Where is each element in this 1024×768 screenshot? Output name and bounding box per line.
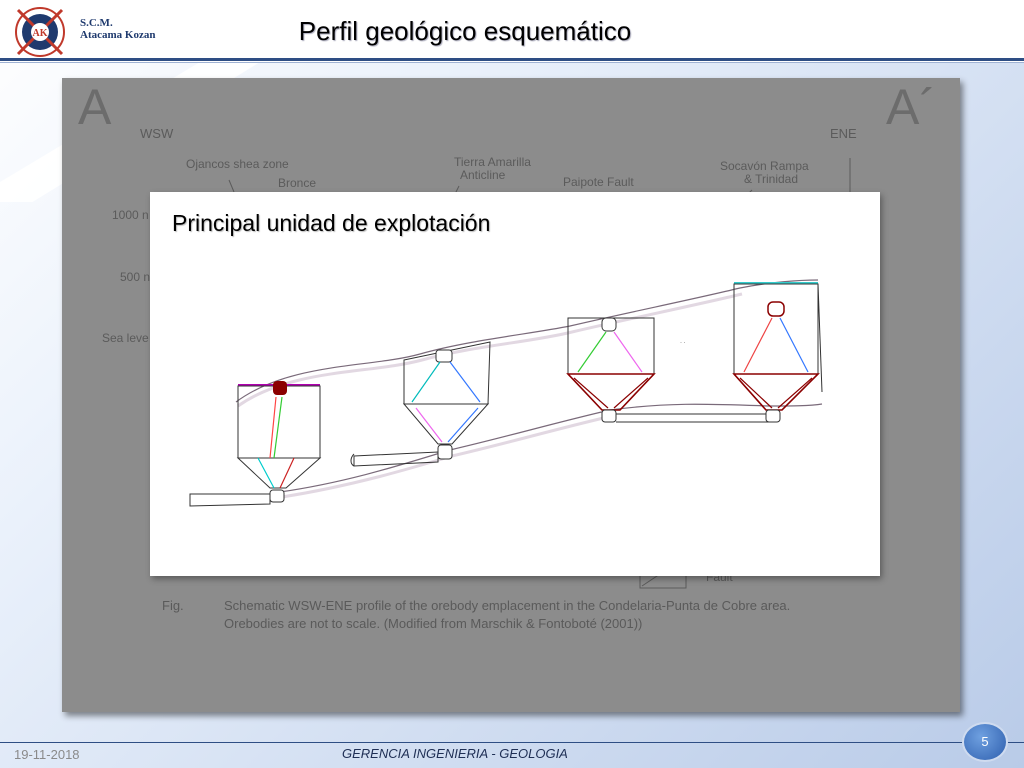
header-divider-thin xyxy=(0,62,1024,63)
footer-date: 19-11-2018 xyxy=(14,747,80,762)
page-number-badge: 5 xyxy=(962,722,1008,762)
exploitation-unit-inset: Principal unidad de explotación · · xyxy=(150,192,880,576)
caption-line2: Orebodies are not to scale. (Modified fr… xyxy=(224,616,643,631)
footer-department: GERENCIA INGENIERIA - GEOLOGIA xyxy=(342,746,568,761)
stope-3 xyxy=(566,317,770,423)
header-divider xyxy=(0,58,1024,61)
mining-unit-diagram: · · xyxy=(189,279,823,507)
stope-4 xyxy=(732,282,823,423)
slide-title: Perfil geológico esquemático xyxy=(298,16,632,46)
svg-text:· ·: · · xyxy=(680,340,686,346)
stope-1 xyxy=(189,381,322,507)
caption-line1: Schematic WSW-ENE profile of the orebody… xyxy=(224,598,791,613)
slide-header: AK S.C.M. Atacama Kozan Perfil geológico… xyxy=(0,0,1024,62)
footer-divider xyxy=(0,742,1024,743)
caption-prefix: Fig. xyxy=(162,598,184,613)
